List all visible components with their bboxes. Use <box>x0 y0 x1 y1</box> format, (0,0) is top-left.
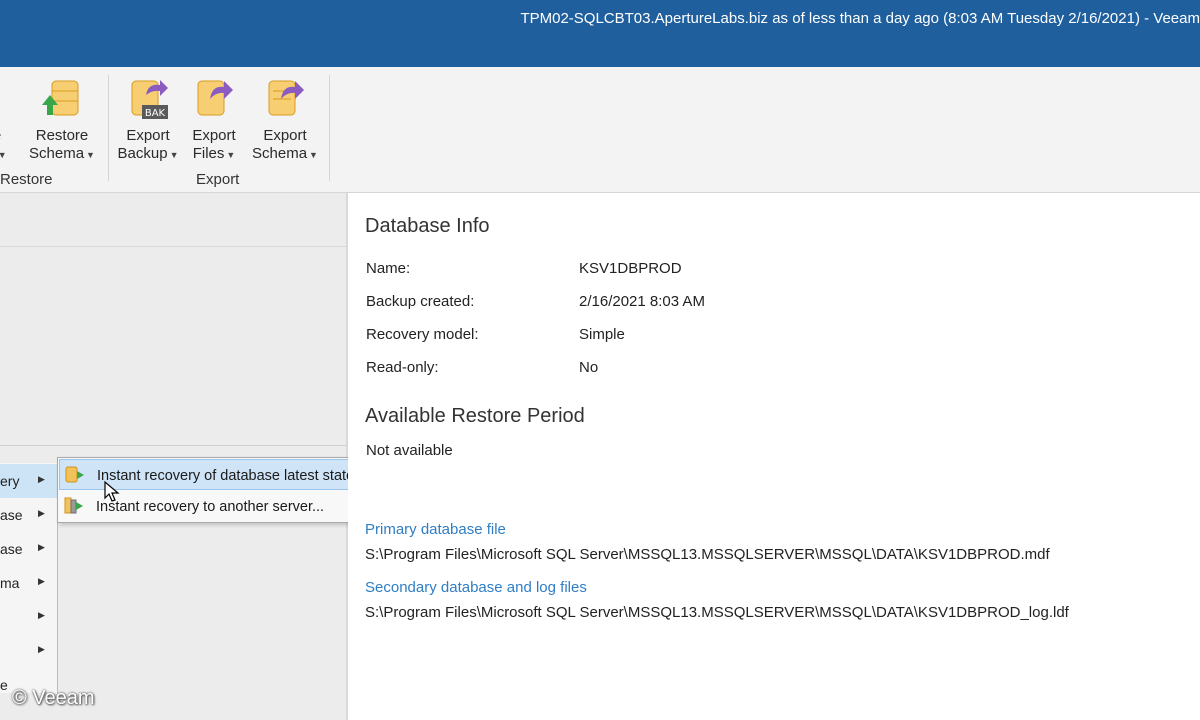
context-menu-item-label: ase <box>0 507 23 523</box>
read-only-value: No <box>579 359 599 376</box>
chevron-down-icon: ▼ <box>226 150 236 160</box>
database-play-icon <box>65 466 85 484</box>
context-menu-item-label: ase <box>0 541 23 557</box>
chevron-right-icon: ▶ <box>38 644 45 654</box>
left-panel-divider <box>0 445 346 446</box>
primary-database-file-path: S:\Program Files\Microsoft SQL Server\MS… <box>365 546 1050 563</box>
restore-period-heading: Available Restore Period <box>365 405 585 427</box>
context-menu-item-label: e <box>0 677 8 693</box>
svg-text:BAK: BAK <box>145 108 166 119</box>
window-title: TPM02-SQLCBT03.ApertureLabs.biz as of le… <box>520 10 1200 27</box>
primary-database-file-link[interactable]: Primary database file <box>365 521 506 538</box>
secondary-files-path: S:\Program Files\Microsoft SQL Server\MS… <box>365 604 1069 621</box>
secondary-files-link[interactable]: Secondary database and log files <box>365 579 587 596</box>
watermark: © Veeam <box>12 687 95 709</box>
database-info-heading: Database Info <box>365 215 490 237</box>
restore-schema-label-2: Schema <box>29 145 85 162</box>
ribbon: e e▼ Restore Schema▼ Restore BAK Export … <box>0 67 1200 193</box>
chevron-right-icon: ▶ <box>38 610 45 620</box>
chevron-down-icon: ▼ <box>86 150 95 160</box>
recovery-model-label: Recovery model: <box>366 326 479 343</box>
restore-partial-button[interactable]: e e▼ <box>0 77 8 164</box>
export-files-label-2: Files <box>192 145 225 162</box>
backup-created-value: 2/16/2021 8:03 AM <box>579 293 705 310</box>
context-menu-item-publish-database[interactable]: ase ▶ <box>0 532 58 566</box>
chevron-right-icon: ▶ <box>38 542 45 552</box>
partial-label-1: e <box>0 127 1 144</box>
database-export-icon <box>192 77 236 121</box>
submenu-item-label: Instant recovery to another server... <box>96 499 325 515</box>
chevron-right-icon: ▶ <box>38 508 45 518</box>
context-menu-item-restore-database[interactable]: ase ▶ <box>0 498 58 532</box>
server-play-icon <box>64 497 84 515</box>
ribbon-group-divider <box>329 75 330 181</box>
export-backup-label-2: Backup <box>117 145 168 162</box>
chevron-down-icon: ▼ <box>0 150 7 160</box>
mouse-pointer-icon <box>104 480 120 503</box>
name-label: Name: <box>366 260 411 277</box>
context-menu-item[interactable]: ▶ <box>0 600 58 634</box>
database-bak-export-icon: BAK <box>126 77 170 121</box>
context-menu-item-instant-recovery[interactable]: ery ▶ <box>0 464 58 498</box>
left-panel-header <box>0 193 346 247</box>
export-backup-label-1: Export <box>126 127 170 144</box>
context-menu-item-label: ery <box>0 473 20 489</box>
database-icon <box>0 77 7 121</box>
export-group-label: Export <box>196 171 240 188</box>
title-bar: TPM02-SQLCBT03.ApertureLabs.biz as of le… <box>0 0 1200 67</box>
restore-schema-button[interactable]: Restore Schema ▼ <box>28 77 96 164</box>
chevron-right-icon: ▶ <box>38 576 45 586</box>
context-menu-item-label: ma <box>0 575 20 591</box>
export-schema-label-1: Export <box>263 127 307 144</box>
ribbon-group-divider <box>108 75 109 181</box>
export-schema-button[interactable]: Export Schema ▼ <box>248 77 322 164</box>
context-menu-item[interactable]: ▶ <box>0 634 58 668</box>
chevron-right-icon: ▶ <box>38 474 45 484</box>
restore-schema-label-1: Restore <box>35 127 89 144</box>
database-up-arrow-icon <box>40 77 84 121</box>
chevron-down-icon: ▼ <box>169 150 179 160</box>
export-files-button[interactable]: Export Files ▼ <box>186 77 242 164</box>
read-only-label: Read-only: <box>366 359 439 376</box>
export-files-label-1: Export <box>192 127 236 144</box>
name-value: KSV1DBPROD <box>579 260 682 277</box>
restore-group-label: Restore <box>0 171 53 188</box>
context-menu: ery ▶ ase ▶ ase ▶ ma ▶ ▶ ▶ e <box>0 463 58 693</box>
restore-period-value: Not available <box>366 442 453 459</box>
database-schema-export-icon <box>263 77 307 121</box>
context-menu-item-restore-schema[interactable]: ma ▶ <box>0 566 58 600</box>
export-schema-label-2: Schema <box>252 145 308 162</box>
backup-created-label: Backup created: <box>366 293 475 310</box>
database-info-panel: Database Info Name: KSV1DBPROD Backup cr… <box>348 193 1200 720</box>
export-backup-button[interactable]: BAK Export Backup ▼ <box>114 77 182 164</box>
chevron-down-icon: ▼ <box>309 150 318 160</box>
recovery-model-value: Simple <box>579 326 625 343</box>
